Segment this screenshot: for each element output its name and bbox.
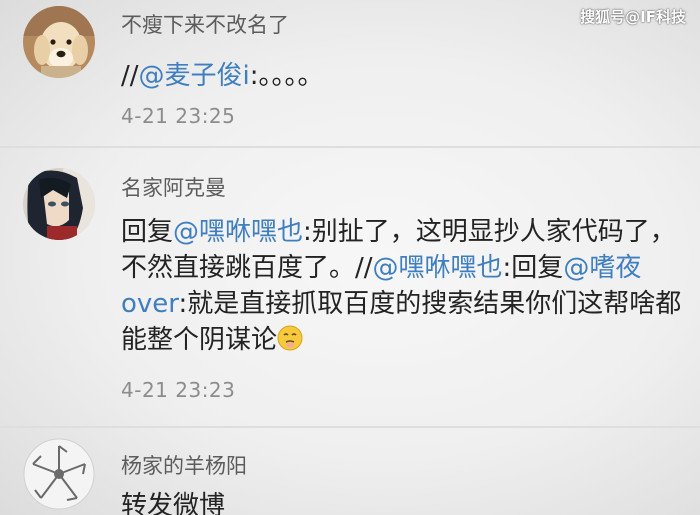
comment-text: 转发微博: [121, 491, 226, 515]
comment-body: 转发微博: [121, 488, 691, 515]
comment-username[interactable]: 杨家的羊杨阳: [121, 450, 247, 480]
comment-body: //@麦子俊i:。。。。: [121, 58, 691, 94]
comment-text: :就是直接抓取百度的搜索结果你们这帮啥都能整个阴谋论: [121, 289, 682, 355]
watermark: 搜狐号@IF科技: [580, 8, 686, 26]
dog-avatar[interactable]: [23, 6, 95, 78]
comment-text: :回复: [502, 253, 564, 283]
comment-username[interactable]: 名家阿克曼: [121, 172, 226, 202]
comment-item[interactable]: 名家阿克曼 回复@嘿咻嘿也:别扯了，这明显抄人家代码了，不然直接跳百度了。//@…: [0, 148, 700, 428]
smirk-emoji: [277, 325, 303, 361]
comment-username[interactable]: 不瘦下来不改名了: [121, 9, 289, 39]
comment-text: 回复: [121, 217, 174, 247]
comment-text: :。。。。: [249, 61, 324, 91]
mention-link[interactable]: @嘿咻嘿也: [373, 253, 503, 283]
comment-text: //: [121, 61, 139, 91]
mention-link[interactable]: @麦子俊i: [139, 61, 250, 91]
comment-timestamp: 4-21 23:23: [121, 378, 236, 402]
anime-avatar[interactable]: [23, 168, 95, 240]
logo-avatar[interactable]: [23, 438, 95, 510]
comment-timestamp: 4-21 23:25: [121, 104, 236, 128]
comment-feed: 搜狐号@IF科技 不瘦下来不改名了 //@麦子俊i:。。。。 4-21 23:2…: [0, 0, 700, 515]
comment-body: 回复@嘿咻嘿也:别扯了，这明显抄人家代码了，不然直接跳百度了。//@嘿咻嘿也:回…: [121, 214, 691, 361]
comment-item[interactable]: 杨家的羊杨阳 转发微博: [0, 428, 700, 515]
mention-link[interactable]: @嘿咻嘿也: [173, 217, 303, 247]
